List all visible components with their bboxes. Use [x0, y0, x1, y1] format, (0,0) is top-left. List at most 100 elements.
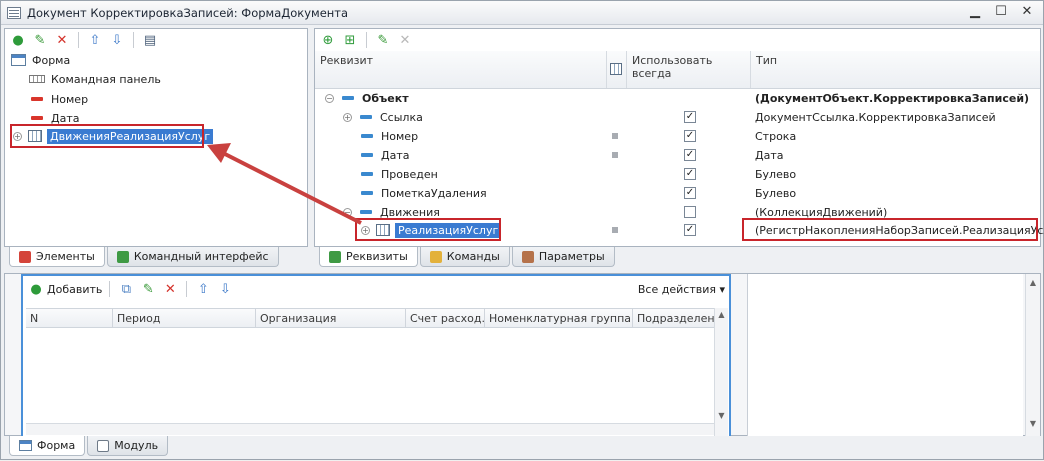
attributes-toolbar: ⊕ ⊞ ✎ ✕ [319, 31, 414, 49]
column-header-organization[interactable]: Организация [256, 309, 406, 327]
window-controls: ▁ ☐ ✕ [967, 4, 1035, 20]
option-marker [612, 227, 618, 233]
column-header-use-always[interactable]: Использовать всегда [627, 51, 751, 88]
column-header-n[interactable]: N [26, 309, 113, 327]
field-icon [31, 116, 43, 120]
table-header: N Период Организация Счет расход... Номе… [26, 308, 714, 328]
collapse-icon[interactable]: − [325, 93, 334, 103]
column-header-options[interactable] [607, 51, 627, 88]
attribute-row[interactable]: Номер ✓ Строка [361, 127, 1040, 145]
attribute-name: ПометкаУдаления [381, 186, 487, 200]
tab-label: Реквизиты [346, 250, 408, 263]
tab-elements[interactable]: Элементы [9, 247, 105, 267]
scroll-up-icon[interactable]: ▲ [1026, 278, 1040, 287]
pencil-icon[interactable]: ✎ [139, 280, 157, 298]
column-header-attribute[interactable]: Реквизит [315, 51, 607, 88]
use-always-checkbox[interactable]: ✓ [684, 224, 696, 236]
attribute-icon [360, 210, 372, 214]
preview-scrollbar[interactable]: ▲ ▼ [1025, 274, 1040, 436]
attribute-row[interactable]: ПометкаУдаления ✓ Булево [361, 184, 1040, 202]
maximize-button[interactable]: ☐ [993, 4, 1009, 20]
scroll-up-icon[interactable]: ▲ [715, 310, 728, 319]
designer-window: Документ КорректировкаЗаписей: ФормаДоку… [0, 0, 1044, 460]
form-icon [19, 440, 32, 451]
use-always-checkbox[interactable]: ✓ [684, 111, 696, 123]
delete-icon[interactable]: ✕ [53, 31, 71, 49]
attribute-type: Дата [755, 148, 784, 162]
copy-icon[interactable]: ⧉ [117, 280, 135, 298]
pencil-icon[interactable]: ✎ [374, 31, 392, 49]
column-header-period[interactable]: Период [113, 309, 256, 327]
attribute-row-object[interactable]: − Объект (ДокументОбъект.КорректировкаЗа… [325, 89, 1040, 107]
title-bar: Документ КорректировкаЗаписей: ФормаДоку… [1, 1, 1043, 25]
attribute-row[interactable]: Дата ✓ Дата [361, 146, 1040, 164]
arrow-down-icon[interactable]: ⇩ [216, 280, 234, 298]
attribute-name: Проведен [381, 167, 438, 181]
tab-label: Форма [37, 439, 76, 452]
attribute-type: (ДокументОбъект.КорректировкаЗаписей) [755, 91, 1030, 105]
tab-parameters[interactable]: Параметры [511, 247, 615, 267]
use-always-checkbox[interactable]: ✓ [684, 149, 696, 161]
tab-attributes[interactable]: Реквизиты [319, 247, 418, 267]
tab-commands[interactable]: Команды [419, 247, 510, 267]
form-preview-panel: ● Добавить ⧉ ✎ ✕ ⇧ ⇩ Все действия ▾ N Пе… [4, 273, 1041, 436]
window-title: Документ КорректировкаЗаписей: ФормаДоку… [27, 5, 349, 20]
add-column-icon[interactable]: ⊞ [341, 31, 359, 49]
command-interface-icon [116, 250, 129, 263]
delete-icon[interactable]: ✕ [161, 280, 179, 298]
elements-toolbar: ● ✎ ✕ ⇧ ⇩ ▤ [9, 31, 159, 49]
add-icon[interactable]: ● [9, 31, 27, 49]
column-header-type[interactable]: Тип [751, 51, 1040, 88]
tab-label: Элементы [36, 250, 95, 263]
use-always-checkbox[interactable]: ✓ [684, 130, 696, 142]
tree-item-label: Номер [51, 92, 89, 106]
attribute-icon [361, 191, 373, 195]
collapse-icon[interactable]: − [343, 207, 352, 217]
attribute-row[interactable]: Проведен ✓ Булево [361, 165, 1040, 183]
tab-form[interactable]: Форма [9, 436, 86, 456]
arrow-up-icon[interactable]: ⇧ [194, 280, 212, 298]
add-button[interactable]: Добавить [47, 283, 102, 296]
all-actions-menu[interactable]: Все действия ▾ [638, 283, 725, 296]
tab-module[interactable]: Модуль [87, 436, 169, 456]
delete-icon[interactable]: ✕ [396, 31, 414, 49]
add-icon[interactable]: ● [27, 280, 45, 298]
column-header-nomenclature-group[interactable]: Номенклатурная группа [485, 309, 633, 327]
arrow-up-icon[interactable]: ⇧ [86, 31, 104, 49]
command-panel-icon [29, 75, 45, 83]
highlight-box [355, 218, 501, 241]
tree-item-form[interactable]: Форма [11, 51, 70, 69]
toolbar-separator [366, 32, 367, 48]
close-button[interactable]: ✕ [1019, 4, 1035, 20]
attribute-row[interactable]: + Ссылка ✓ ДокументСсылка.КорректировкаЗ… [343, 108, 1040, 126]
highlight-box [742, 218, 1038, 241]
scroll-down-icon[interactable]: ▼ [1026, 419, 1040, 428]
use-always-checkbox[interactable]: ✓ [684, 187, 696, 199]
tab-command-interface[interactable]: Командный интерфейс [106, 247, 279, 267]
form-window-icon [7, 6, 21, 19]
toolbar-separator [186, 281, 188, 297]
attribute-name: Дата [381, 148, 410, 162]
attributes-tabs: Реквизиты Команды Параметры [319, 247, 617, 267]
use-always-checkbox[interactable] [684, 206, 696, 218]
properties-icon[interactable]: ▤ [141, 31, 159, 49]
use-always-checkbox[interactable]: ✓ [684, 168, 696, 180]
attribute-icon [342, 96, 354, 100]
column-header-department[interactable]: Подразделени [633, 309, 714, 327]
arrow-down-icon[interactable]: ⇩ [108, 31, 126, 49]
attribute-icon [361, 153, 373, 157]
tree-item-number[interactable]: Номер [31, 90, 88, 108]
expand-icon[interactable]: + [343, 112, 352, 122]
header-line: всегда [632, 67, 672, 80]
table-scrollbar[interactable]: ▲ ▼ [714, 308, 728, 436]
tree-item-command-panel[interactable]: Командная панель [29, 70, 161, 88]
attribute-type: (КоллекцияДвижений) [755, 205, 888, 219]
column-header-expense-account[interactable]: Счет расход... [406, 309, 485, 327]
minimize-button[interactable]: ▁ [967, 4, 983, 20]
horizontal-scrollbar[interactable] [26, 423, 714, 435]
scroll-down-icon[interactable]: ▼ [715, 411, 728, 420]
toolbar-separator [78, 32, 79, 48]
attribute-name: Объект [362, 91, 409, 105]
pencil-icon[interactable]: ✎ [31, 31, 49, 49]
add-attribute-icon[interactable]: ⊕ [319, 31, 337, 49]
